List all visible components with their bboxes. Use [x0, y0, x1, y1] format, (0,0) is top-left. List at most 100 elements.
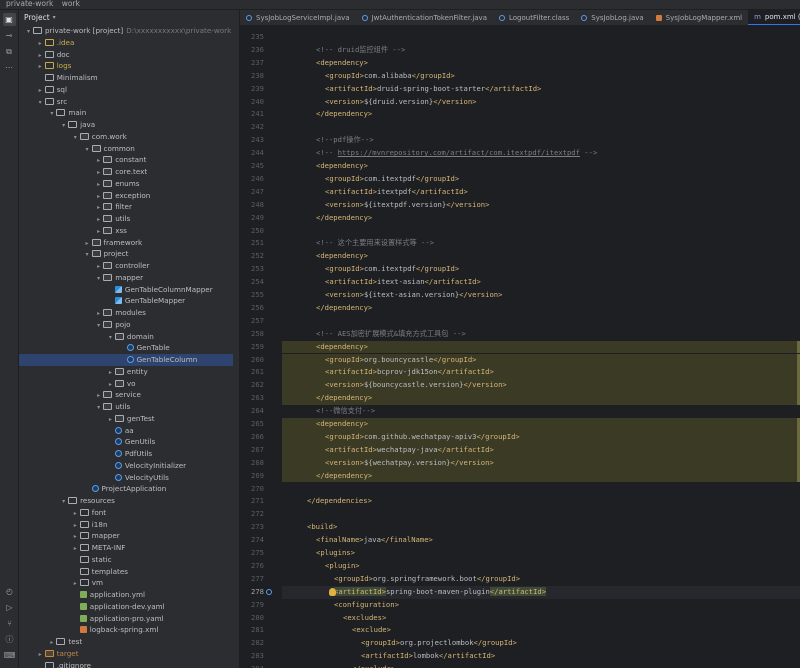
code-line[interactable]: <plugin> [282, 560, 800, 573]
tree-item[interactable]: templates [19, 566, 239, 578]
code-line[interactable]: <dependency> [282, 418, 800, 431]
tree-item[interactable]: ▸ i18n [19, 519, 239, 531]
tree-item[interactable]: ProjectApplication [19, 483, 239, 495]
code-line[interactable]: <groupId>com.itextpdf</groupId> [282, 263, 800, 276]
tree-item[interactable]: ▾ mapper [19, 272, 239, 284]
code-line[interactable] [282, 315, 800, 328]
code-line[interactable]: </exclude> [282, 663, 800, 668]
tree-item[interactable]: GenTable [19, 342, 239, 354]
code-line[interactable]: </dependency> [282, 392, 800, 406]
tree-item[interactable]: GenTableMapper [19, 295, 239, 307]
code-line[interactable] [282, 31, 800, 44]
code-line[interactable]: <groupId>com.github.wechatpay-apiv3</gro… [282, 430, 800, 444]
lightbulb-icon[interactable] [329, 587, 336, 596]
code-editor[interactable]: 235 236 237 238 239 240 241 242 243 244 245 246 247 2… [240, 26, 800, 668]
tree-item[interactable]: ▸ logs [19, 60, 239, 72]
tree-item[interactable]: Minimalism [19, 72, 239, 84]
tree-item[interactable]: ▾ main [19, 107, 239, 119]
tree-item[interactable]: VelocityUtils [19, 472, 239, 484]
tree-item[interactable]: application.yml [19, 589, 239, 601]
tree-item[interactable]: ▸ controller [19, 260, 239, 272]
code-line[interactable]: <finalName>java</finalName> [282, 534, 800, 547]
tree-item[interactable]: ▾ pojo [19, 319, 239, 331]
tree-item[interactable]: logback-spring.xml [19, 624, 239, 636]
problems-icon[interactable]: ⓘ [3, 633, 16, 646]
code-line[interactable]: </dependency> [282, 212, 800, 225]
tree-item[interactable]: application-pro.yaml [19, 613, 239, 625]
code-line[interactable]: <version>${druid.version}</version> [282, 96, 800, 109]
tree-item[interactable]: ▸ filter [19, 201, 239, 213]
tree-item[interactable]: ▾ utils [19, 401, 239, 413]
code-line[interactable]: <artifactId>itext-asian</artifactId> [282, 276, 800, 289]
tree-item[interactable]: ▸ font [19, 507, 239, 519]
code-line[interactable]: <version>${wechatpay.version}</version> [282, 456, 800, 470]
code-line[interactable]: <version>${itext-asian.version}</version… [282, 289, 800, 302]
code-line[interactable]: <dependency> [282, 57, 800, 70]
tree-item[interactable]: ▾ domain [19, 331, 239, 343]
code-line[interactable]: <!-- https://mvnrepository.com/artifact/… [282, 147, 800, 160]
tree-item[interactable]: ▾ java [19, 119, 239, 131]
breadcrumb-item[interactable]: private-work [6, 0, 53, 8]
code-line[interactable]: <groupId>org.springframework.boot</group… [282, 573, 800, 586]
tree-item[interactable]: ▸ entity [19, 366, 239, 378]
tree-item[interactable]: ▸ utils [19, 213, 239, 225]
code-line[interactable]: <groupId>org.bouncycastle</groupId> [282, 353, 800, 367]
editor-tab[interactable]: mpom.xml (project)× [748, 10, 800, 25]
tree-item[interactable]: ▾ src [19, 96, 239, 108]
editor-tab[interactable]: SysJobLogMapper.xml [650, 10, 748, 25]
editor-tab[interactable]: SysJobLog.java [575, 10, 649, 25]
gutter-marker-icon[interactable] [266, 588, 272, 595]
code-area[interactable]: <!-- druid监控组件 --> <dependency> <groupId>c… [282, 26, 800, 668]
code-line[interactable]: <artifactId>bcprov-jdk15on</artifactId> [282, 366, 800, 380]
code-line[interactable]: <!-- 这个主要用来设置样式等 --> [282, 237, 800, 250]
tree-item[interactable]: ▸ mapper [19, 530, 239, 542]
code-line[interactable]: </dependency> [282, 302, 800, 315]
code-line[interactable] [282, 483, 800, 496]
services-icon[interactable]: ◴ [3, 585, 16, 598]
terminal-icon[interactable]: ⌨ [3, 649, 16, 662]
project-panel-header[interactable]: Project ▾ [19, 10, 239, 25]
tree-item[interactable]: ▸ target [19, 648, 239, 660]
tree-item[interactable]: static [19, 554, 239, 566]
code-line[interactable]: <!--pdf操作--> [282, 134, 800, 147]
tree-item[interactable]: GenUtils [19, 436, 239, 448]
tree-item[interactable]: .gitignore [19, 660, 239, 668]
tree-item[interactable]: ▸ enums [19, 178, 239, 190]
code-line[interactable]: <groupId>org.projectlombok</groupId> [282, 637, 800, 650]
tree-item[interactable]: VelocityInitializer [19, 460, 239, 472]
tree-item[interactable]: ▸ test [19, 636, 239, 648]
code-line[interactable]: <artifactId>druid-spring-boot-starter</a… [282, 83, 800, 96]
code-line[interactable]: <groupId>com.alibaba</groupId> [282, 70, 800, 83]
code-line[interactable]: <artifactId>itextpdf</artifactId> [282, 186, 800, 199]
commit-icon[interactable]: ⊸ [3, 29, 16, 42]
tree-item[interactable]: ▾ project [19, 248, 239, 260]
code-line[interactable]: <build> [282, 521, 800, 534]
more-icon[interactable]: ⋯ [3, 61, 16, 74]
run-icon[interactable]: ▷ [3, 601, 16, 614]
tree-item[interactable]: ▾ common [19, 143, 239, 155]
tree-item[interactable]: ▸ vm [19, 577, 239, 589]
tree-item[interactable]: GenTableColumn [19, 354, 233, 366]
tree-item[interactable]: ▸ xss [19, 225, 239, 237]
code-line[interactable]: <dependency> [282, 340, 800, 354]
tree-item[interactable]: PdfUtils [19, 448, 239, 460]
code-line[interactable] [282, 225, 800, 238]
tree-item[interactable]: GenTableColumnMapper [19, 284, 239, 296]
code-line[interactable]: <!-- AES加密扩展模式&填充方式工具包 --> [282, 328, 800, 341]
git-icon[interactable]: ⑂ [3, 617, 16, 630]
tree-item[interactable]: application-dev.yaml [19, 601, 239, 613]
tree-item[interactable]: ▸ modules [19, 307, 239, 319]
code-line[interactable]: <version>${itextpdf.version}</version> [282, 199, 800, 212]
code-line[interactable]: <dependency> [282, 250, 800, 263]
tree-item[interactable]: ▸ service [19, 389, 239, 401]
tree-item[interactable]: ▸ constant [19, 154, 239, 166]
tree-item[interactable]: ▸ exception [19, 190, 239, 202]
tree-item[interactable]: ▸ sql [19, 84, 239, 96]
tree-item[interactable]: ▾ resources [19, 495, 239, 507]
code-line[interactable]: <configuration> [282, 599, 800, 612]
tree-item[interactable]: ▸ framework [19, 237, 239, 249]
structure-icon[interactable]: ⧉ [3, 45, 16, 58]
tree-item[interactable]: ▾ private-work [project] D:\xxxxxxxxxxx\pr… [19, 25, 239, 37]
tree-item[interactable]: ▸ core.text [19, 166, 239, 178]
project-icon[interactable]: ▣ [2, 13, 16, 26]
